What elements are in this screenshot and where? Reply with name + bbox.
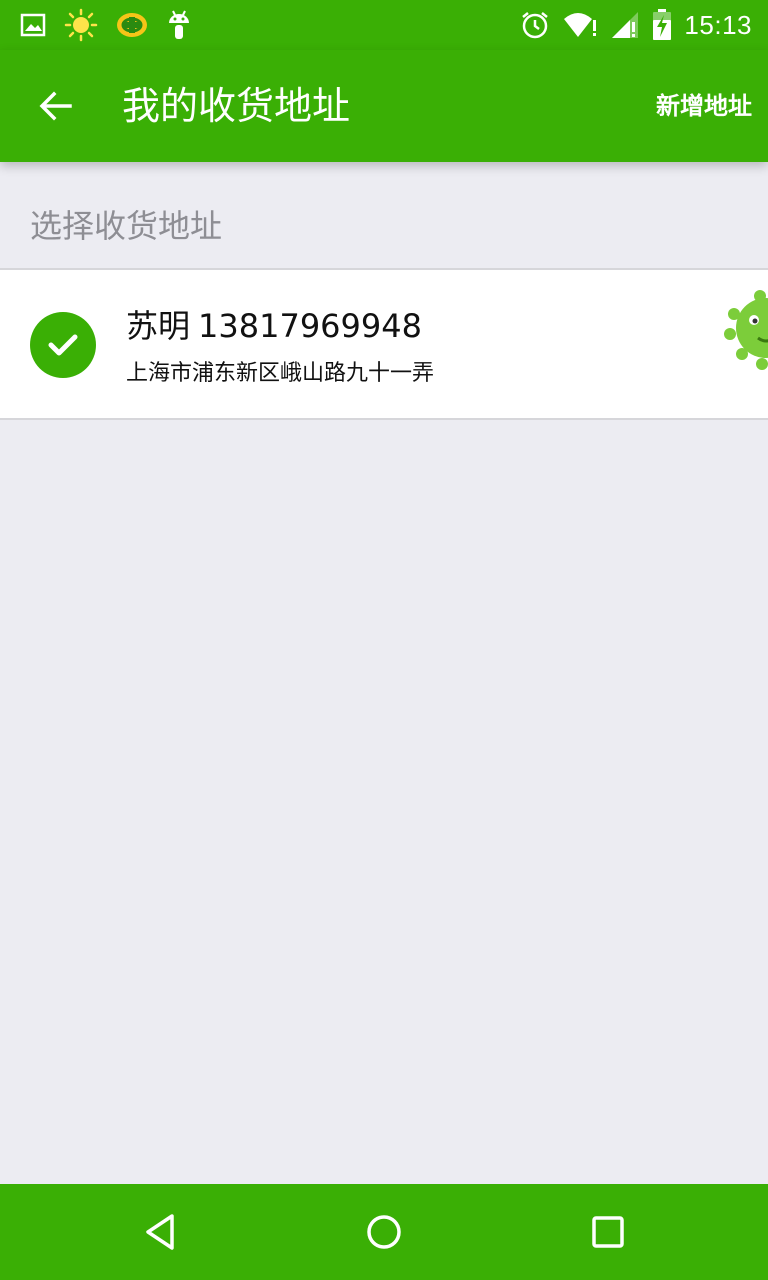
app-toolbar: 我的收货地址 新增地址 bbox=[0, 50, 768, 162]
address-name: 苏明 bbox=[126, 307, 191, 345]
nav-back-button[interactable] bbox=[130, 1202, 190, 1262]
add-address-button[interactable]: 新增地址 bbox=[656, 88, 752, 124]
address-list-item[interactable]: 苏明 13817969948 上海市浦东新区峨山路九十一弄 bbox=[0, 268, 768, 420]
address-contact: 苏明 13817969948 bbox=[126, 304, 422, 348]
home-circle-icon bbox=[367, 1215, 401, 1249]
section-label: 选择收货地址 bbox=[30, 207, 223, 245]
mascot-icon bbox=[724, 290, 768, 370]
back-triangle-icon bbox=[146, 1214, 174, 1250]
address-text: 上海市浦东新区峨山路九十一弄 bbox=[126, 361, 435, 386]
weather-sun-icon bbox=[64, 8, 98, 42]
security-app-icon bbox=[117, 13, 147, 37]
back-button[interactable] bbox=[24, 78, 88, 134]
battery-charging-icon bbox=[653, 9, 672, 40]
status-bar-notifications bbox=[20, 8, 192, 42]
status-bar: 15:13 bbox=[0, 0, 768, 50]
nav-home-button[interactable] bbox=[354, 1202, 414, 1262]
address-phone: 13817969948 bbox=[198, 307, 422, 345]
status-bar-system: 15:13 bbox=[520, 8, 752, 42]
android-icon bbox=[169, 10, 189, 39]
status-time: 15:13 bbox=[684, 9, 752, 40]
page-title: 我的收货地址 bbox=[122, 84, 351, 128]
image-icon bbox=[20, 13, 46, 37]
recents-square-icon bbox=[592, 1216, 624, 1248]
arrow-left-icon bbox=[39, 91, 72, 121]
system-navigation-bar bbox=[0, 1184, 768, 1280]
wifi-icon bbox=[564, 13, 597, 37]
alarm-icon bbox=[522, 12, 549, 39]
nav-recents-button[interactable] bbox=[578, 1202, 638, 1262]
selected-check-icon bbox=[30, 312, 96, 378]
signal-icon bbox=[612, 12, 639, 38]
